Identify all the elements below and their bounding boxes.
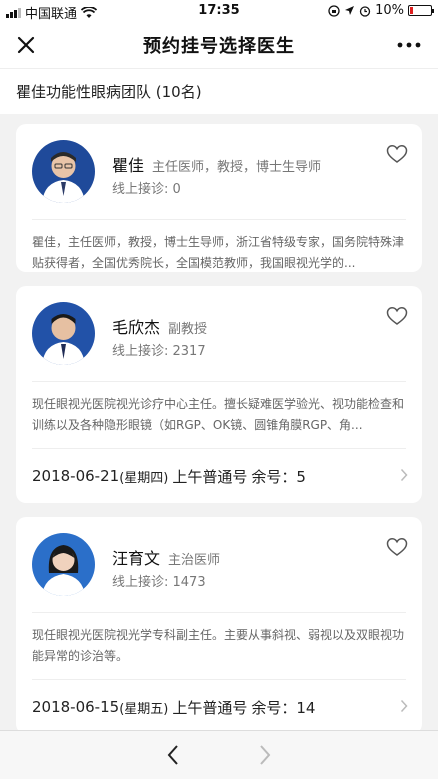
doctor-name-row: 瞿佳 主任医师，教授，博士生导师: [112, 152, 321, 176]
back-arrow-icon[interactable]: [166, 744, 180, 766]
online-consults: 线上接诊: 0: [112, 182, 181, 197]
team-header: 瞿佳功能性眼病团队 (10名): [0, 68, 438, 114]
chevron-right-icon: [400, 468, 408, 482]
doctor-intro: 瞿佳，主任医师，教授，博士生导师，浙江省特级专家，国务院特殊津贴获得者，全国优秀…: [32, 235, 405, 270]
doctor-title: 主任医师，教授，博士生导师: [152, 160, 322, 175]
slot-type: 上午普通号: [172, 698, 248, 717]
status-bar: 中国联通 17:35 10%: [0, 0, 438, 22]
orientation-lock-icon: [328, 4, 340, 17]
doctor-name: 毛欣杰: [112, 318, 161, 337]
close-icon: [17, 36, 35, 54]
doctor-card-header: 毛欣杰 副教授 线上接诊: 2317: [16, 286, 422, 381]
slot-date: 2018-06-15: [32, 698, 120, 716]
slot-date: 2018-06-21: [32, 467, 120, 485]
doctor-card[interactable]: 汪育文 主治医师 线上接诊: 1473 现任眼视光医院视光学专科副主任。主要从事斜…: [16, 517, 422, 734]
avatar: [32, 302, 95, 365]
doctor-card[interactable]: 毛欣杰 副教授 线上接诊: 2317 现任眼视光医院视光诊疗中心主任。擅长疑难医学…: [16, 286, 422, 503]
slot-weekday: (星期五): [119, 701, 169, 717]
close-button[interactable]: [12, 31, 40, 59]
appointment-slot[interactable]: 2018-06-15 (星期五) 上午普通号 余号：14: [16, 680, 422, 734]
doctor-name-row: 汪育文 主治医师: [112, 545, 220, 569]
more-icon: [397, 42, 421, 48]
heart-outline-icon[interactable]: [386, 306, 408, 326]
battery-percent: 10%: [375, 3, 404, 18]
heart-outline-icon[interactable]: [386, 537, 408, 557]
forward-arrow-icon[interactable]: [258, 744, 272, 766]
doctor-title: 主治医师: [168, 553, 221, 568]
more-button[interactable]: [392, 31, 426, 59]
page-title: 预约挂号选择医生: [143, 36, 295, 57]
alarm-icon: [359, 5, 371, 17]
team-label: 瞿佳功能性眼病团队 (10名): [16, 83, 202, 101]
doctor-name: 瞿佳: [112, 156, 145, 175]
slot-remaining: 余号：5: [251, 467, 306, 486]
nav-bar: 预约挂号选择医生: [0, 22, 438, 68]
doctor-title: 副教授: [168, 322, 208, 337]
status-right: 10%: [328, 3, 434, 18]
battery-icon: [408, 5, 434, 16]
bottom-toolbar: [0, 730, 438, 779]
online-consults: 线上接诊: 1473: [112, 575, 206, 590]
avatar: [32, 533, 95, 596]
doctor-card-header: 汪育文 主治医师 线上接诊: 1473: [16, 517, 422, 612]
doctor-card-header: 瞿佳 主任医师，教授，博士生导师 线上接诊: 0: [16, 124, 422, 219]
online-consults: 线上接诊: 2317: [112, 344, 206, 359]
doctor-intro: 现任眼视光医院视光学专科副主任。主要从事斜视、弱视以及双眼视功能异常的诊治等。: [32, 628, 405, 663]
chevron-right-icon: [400, 699, 408, 713]
doctor-intro: 现任眼视光医院视光诊疗中心主任。擅长疑难医学验光、视功能检查和训练以及各种隐形眼…: [32, 397, 405, 432]
avatar: [32, 140, 95, 203]
doctor-card[interactable]: 瞿佳 主任医师，教授，博士生导师 线上接诊: 0 瞿佳，主任医师，教授，博士生导师…: [16, 124, 422, 272]
doctor-name-row: 毛欣杰 副教授: [112, 314, 207, 338]
slot-remaining: 余号：14: [251, 698, 316, 717]
slot-type: 上午普通号: [172, 467, 248, 486]
doctor-list: 瞿佳 主任医师，教授，博士生导师 线上接诊: 0 瞿佳，主任医师，教授，博士生导师…: [16, 124, 422, 748]
heart-outline-icon[interactable]: [386, 144, 408, 164]
doctor-name: 汪育文: [112, 549, 161, 568]
appointment-slot[interactable]: 2018-06-21 (星期四) 上午普通号 余号：5: [16, 449, 422, 503]
location-icon: [345, 6, 355, 15]
slot-weekday: (星期四): [119, 470, 169, 486]
